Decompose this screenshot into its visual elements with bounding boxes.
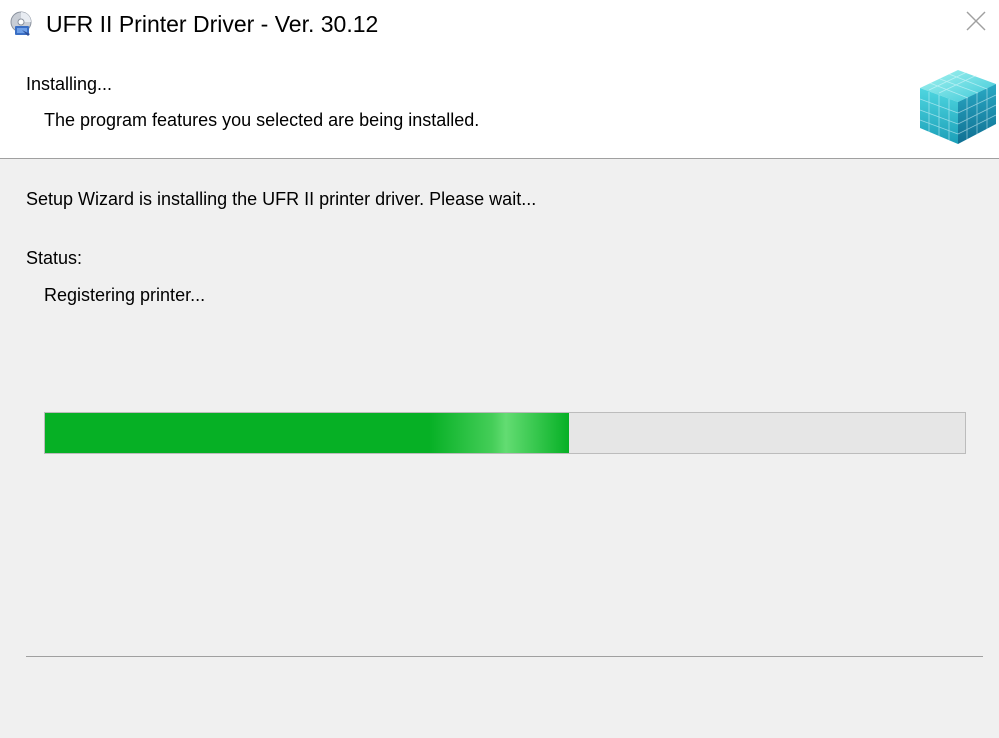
footer-divider: [26, 656, 983, 657]
wizard-header: Installing... The program features you s…: [0, 50, 999, 159]
installer-window: UFR II Printer Driver - Ver. 30.12 Insta…: [0, 0, 999, 738]
progress-bar-glow: [429, 413, 570, 453]
cube-graphic-icon: [912, 58, 998, 146]
installer-disc-icon: [8, 10, 36, 38]
header-title: Installing...: [26, 74, 113, 94]
progress-bar: [44, 412, 966, 454]
status-value: Registering printer...: [44, 285, 206, 305]
status-label: Status:: [26, 248, 83, 268]
close-icon: [966, 11, 986, 36]
close-button[interactable]: [953, 0, 999, 46]
title-bar: UFR II Printer Driver - Ver. 30.12: [0, 0, 999, 50]
progress-bar-fill: [45, 413, 570, 453]
install-message: Setup Wizard is installing the UFR II pr…: [26, 189, 537, 209]
window-title: UFR II Printer Driver - Ver. 30.12: [46, 11, 379, 37]
header-subtitle: The program features you selected are be…: [44, 110, 480, 130]
